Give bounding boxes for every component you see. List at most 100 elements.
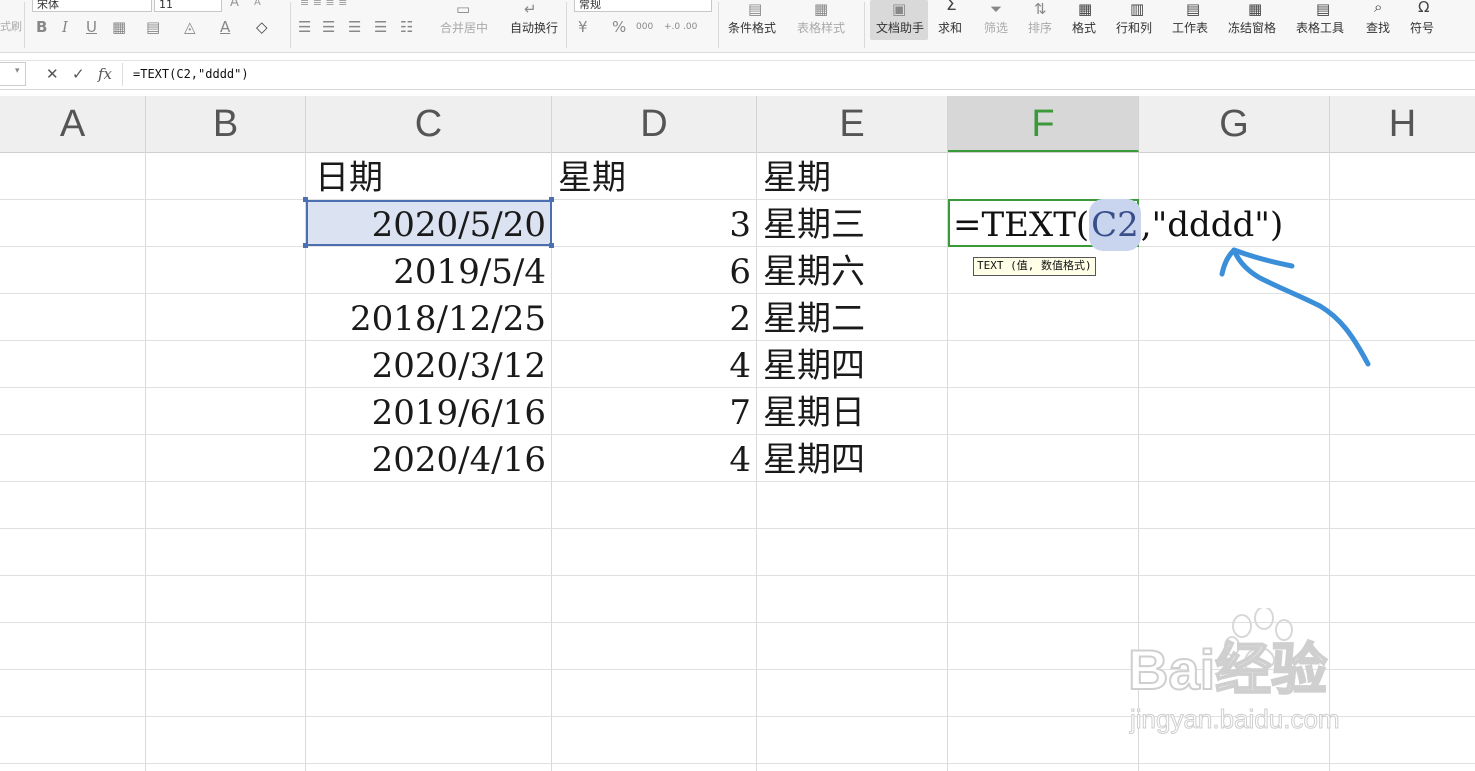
cell-c3[interactable]: 2019/5/4 [306,247,552,293]
formula-prefix: =TEXT( [953,205,1090,245]
grid-line [0,528,1475,529]
cell-e6[interactable]: 星期日 [757,388,948,434]
sum-button[interactable]: 求和 [938,21,962,35]
cell-e3[interactable]: 星期六 [757,247,948,293]
currency-icon[interactable]: ¥ [578,18,588,36]
insert-function-button[interactable]: fx [98,64,112,84]
format-icon[interactable]: ▦ [1078,0,1092,18]
formula-input[interactable]: =TEXT(C2,"dddd") [122,63,1475,86]
column-header-a[interactable]: A [0,96,146,152]
confirm-icon[interactable]: ✓ [72,64,85,84]
cell-e4[interactable]: 星期二 [757,294,948,340]
column-header-d[interactable]: D [552,96,757,152]
cell-c7[interactable]: 2020/4/16 [306,435,552,481]
column-header-b[interactable]: B [146,96,306,152]
toolbar-separator [566,2,567,48]
table-style-icon[interactable]: ▦ [814,0,828,18]
wrap-text-button[interactable]: 自动换行 [510,21,558,35]
cell-c1[interactable]: 日期 [306,153,552,199]
cell-c5[interactable]: 2020/3/12 [306,341,552,387]
cell-d5[interactable]: 4 [552,341,757,387]
symbol-icon[interactable]: Ω [1418,0,1429,16]
worksheet-button[interactable]: 工作表 [1172,21,1208,35]
underline-icon[interactable]: U [86,18,97,36]
align-right-icon[interactable]: ☰ [348,18,361,36]
merge-center-button[interactable]: 合并居中 [440,21,488,35]
cell-d7[interactable]: 4 [552,435,757,481]
freeze-panes-icon[interactable]: ▦ [1248,0,1262,18]
row-col-icon[interactable]: ▥ [1130,0,1144,18]
table-tools-icon[interactable]: ▤ [1316,0,1330,18]
cell-c4[interactable]: 2018/12/25 [306,294,552,340]
border-icon[interactable]: ▦ [112,18,126,36]
sum-icon[interactable]: Σ [946,0,957,14]
justify-icon[interactable]: ☰ [374,18,387,36]
watermark-logo-text: Bai经验 [1127,638,1328,701]
cell-e1[interactable]: 星期 [757,153,948,199]
distributed-icon[interactable]: ☷ [400,18,413,36]
decimal-icons[interactable]: +.0 .00 [664,18,697,36]
number-format-select[interactable]: 常规 [574,0,712,12]
cell-d1[interactable]: 星期 [552,153,757,199]
freeze-panes-button[interactable]: 冻结窗格 [1228,21,1276,35]
name-box[interactable]: ▾ [0,62,26,86]
doc-assistant-button[interactable]: 文档助手 [876,21,924,35]
cell-d3[interactable]: 6 [552,247,757,293]
cancel-icon[interactable]: ✕ [46,64,59,84]
cell-d6[interactable]: 7 [552,388,757,434]
filter-icon[interactable]: ⏷ [990,0,1002,18]
italic-icon[interactable]: I [62,18,68,36]
doc-assistant-icon[interactable]: ▣ [892,0,906,18]
increase-font-icon[interactable]: A [230,0,239,9]
grid-line [0,481,1475,482]
cell-d2[interactable]: 3 [552,200,757,246]
bold-icon[interactable]: B [36,18,47,36]
wrap-text-icon[interactable]: ↵ [524,0,537,18]
row-col-button[interactable]: 行和列 [1116,21,1152,35]
cell-e7[interactable]: 星期四 [757,435,948,481]
find-icon[interactable]: ⌕ [1374,0,1382,16]
conditional-format-button[interactable]: 条件格式 [728,21,776,35]
align-top-icon[interactable]: ≡ ≡ ≡ ≡ [300,0,347,8]
cell-e5[interactable]: 星期四 [757,341,948,387]
font-name-select[interactable]: 宋体 [32,0,152,12]
table-tools-button[interactable]: 表格工具 [1296,21,1344,35]
grid-line [145,152,146,771]
filter-button[interactable]: 筛选 [984,21,1008,35]
column-header-f[interactable]: F [948,96,1139,152]
symbol-button[interactable]: 符号 [1410,21,1434,35]
cell-c6[interactable]: 2019/6/16 [306,388,552,434]
decrease-font-icon[interactable]: A [254,0,261,8]
sort-button[interactable]: 排序 [1028,21,1052,35]
format-button[interactable]: 格式 [1072,21,1096,35]
percent-icon[interactable]: % [612,18,626,36]
fill-color-icon[interactable]: ▤ [146,18,160,36]
grid-line [0,763,1475,764]
column-header-g[interactable]: G [1139,96,1330,152]
conditional-format-icon[interactable]: ▤ [748,0,762,18]
format-painter-label[interactable]: 式刷 [0,20,22,34]
text-color-icon[interactable]: A [220,18,230,36]
font-size-select[interactable]: 11 [154,0,222,12]
name-box-chevron-icon[interactable]: ▾ [15,66,20,76]
sort-icon[interactable]: ⇅ [1034,0,1047,18]
watermark-url: jingyan.baidu.com [1130,704,1341,735]
cell-c2[interactable]: 2020/5/20 [306,200,552,246]
cell-reference-highlight: C2 [1089,199,1141,251]
toolbar-separator [24,2,25,48]
font-color-icon[interactable]: ◬ [184,18,196,36]
thousands-icon[interactable]: 000 [636,18,653,36]
column-header-c[interactable]: C [306,96,552,152]
find-button[interactable]: 查找 [1366,21,1390,35]
column-header-e[interactable]: E [757,96,948,152]
align-center-icon[interactable]: ☰ [322,18,335,36]
cell-e2[interactable]: 星期三 [757,200,948,246]
toolbar-separator [718,2,719,48]
column-header-h[interactable]: H [1330,96,1475,152]
worksheet-icon[interactable]: ▤ [1186,0,1200,18]
eraser-icon[interactable]: ◇ [256,18,268,36]
cell-d4[interactable]: 2 [552,294,757,340]
merge-center-icon[interactable]: ▭ [456,0,470,18]
table-style-button[interactable]: 表格样式 [797,21,845,35]
align-left-icon[interactable]: ☰ [298,18,311,36]
